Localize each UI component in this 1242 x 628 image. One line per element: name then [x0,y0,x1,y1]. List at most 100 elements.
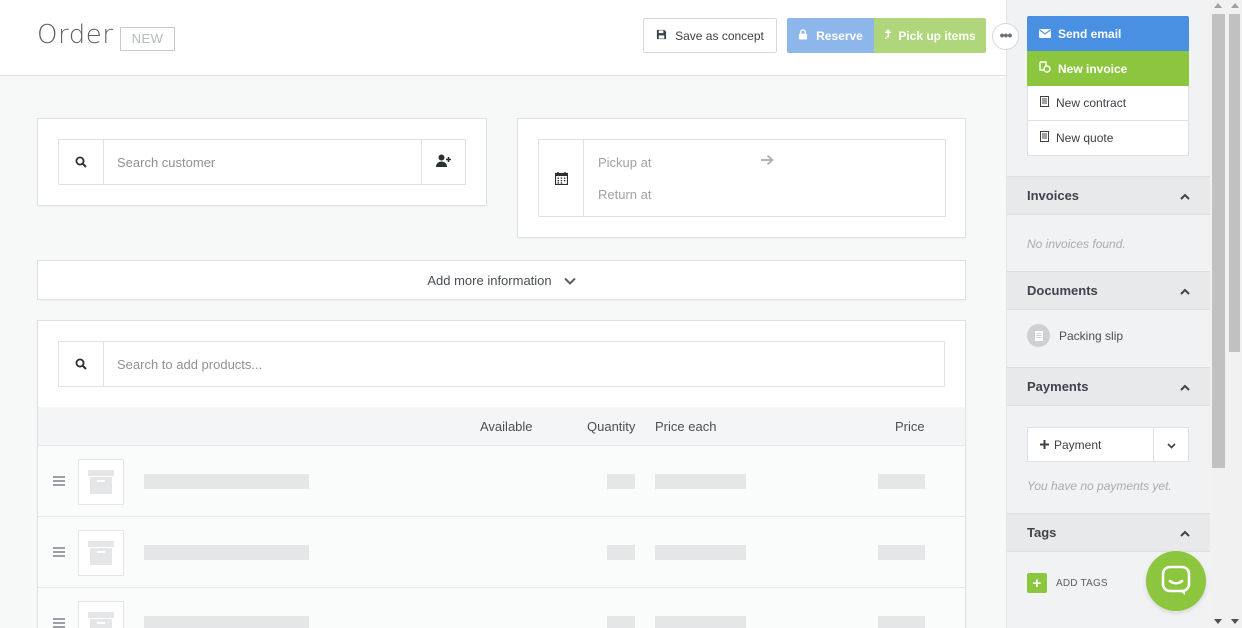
add-payment-button[interactable]: Payment [1028,428,1153,461]
payments-section-header[interactable]: Payments [1007,367,1210,406]
scroll-up-arrow-icon[interactable] [1214,3,1222,8]
save-as-concept-button[interactable]: Save as concept [643,18,777,53]
page-scrollbar[interactable] [1227,0,1242,628]
drag-handle-icon[interactable] [53,476,65,488]
sidebar-scrollbar[interactable] [1210,0,1227,628]
new-contract-button[interactable]: New contract [1027,86,1189,121]
box-icon [88,612,114,628]
search-icon [59,342,104,386]
scroll-down-arrow-icon[interactable] [1214,619,1222,624]
table-row [38,517,965,588]
arrow-up-icon [884,28,892,43]
add-tags-label: ADD TAGS [1056,577,1108,589]
customer-card [37,118,487,206]
loading-placeholder [655,474,746,489]
invoices-empty-message: No invoices found. [1027,237,1126,251]
document-label: Packing slip [1059,328,1124,343]
product-search-input[interactable] [104,342,944,386]
product-image-placeholder [78,530,124,576]
new-contract-label: New contract [1056,96,1127,110]
pick-up-items-label: Pick up items [898,28,976,43]
scroll-down-arrow-icon[interactable] [1231,619,1239,624]
add-payment-label: Payment [1054,437,1102,452]
customer-search-field [58,139,466,185]
invoices-title: Invoices [1027,188,1080,203]
loading-placeholder [878,474,925,489]
document-actions: Send email New invoice New contract New … [1027,16,1189,156]
add-more-information-toggle[interactable]: Add more information [37,260,966,300]
document-icon [1040,131,1049,145]
chevron-up-icon [1180,188,1190,203]
add-customer-button[interactable] [421,140,465,184]
add-tags-button[interactable]: + ADD TAGS [1027,573,1108,593]
chat-launcher-button[interactable] [1146,551,1206,611]
products-table-header: Available Quantity Price each Price [38,407,965,446]
lock-icon [798,28,808,43]
chevron-up-icon [1180,525,1190,540]
rental-period-field[interactable]: Pickup at Return at [538,139,946,217]
new-invoice-label: New invoice [1058,61,1128,76]
page-title: Order [37,20,114,50]
column-price-each: Price each [655,419,717,434]
pick-up-items-button[interactable]: Pick up items [874,18,986,53]
loading-placeholder [655,616,746,628]
add-payment-control: Payment [1027,427,1189,462]
reserve-label: Reserve [816,28,863,43]
payment-options-dropdown[interactable] [1153,428,1188,461]
chat-icon [1161,565,1191,598]
status-badge: NEW [120,27,175,51]
plus-icon: + [1027,573,1047,593]
loading-placeholder [607,616,635,628]
pickup-at-field[interactable]: Pickup at [598,155,651,170]
scrollbar-thumb[interactable] [1229,14,1240,352]
invoice-icon [1039,61,1051,76]
document-packing-slip[interactable]: Packing slip [1027,324,1123,347]
column-quantity: Quantity [587,419,636,434]
order-sidebar: Send email New invoice New contract New … [1006,0,1210,628]
order-header: Order NEW Save as concept Reserve Pick u… [0,0,1006,76]
payments-title: Payments [1027,379,1089,394]
table-row [38,588,965,628]
loading-placeholder [878,545,925,560]
scrollbar-thumb[interactable] [1212,14,1225,468]
add-user-icon [435,154,452,170]
new-invoice-button[interactable]: New invoice [1027,51,1189,86]
send-email-button[interactable]: Send email [1027,16,1189,51]
envelope-icon [1039,27,1051,41]
payments-empty-message: You have no payments yet. [1027,479,1172,493]
search-icon [59,140,104,184]
invoices-section-header[interactable]: Invoices [1007,176,1210,215]
table-row [38,446,965,517]
tags-section-header[interactable]: Tags [1007,513,1210,552]
send-email-label: Send email [1058,26,1122,41]
chevron-up-icon [1180,283,1190,298]
loading-placeholder [144,616,309,628]
loading-placeholder [144,545,309,560]
documents-title: Documents [1027,283,1098,298]
scroll-up-arrow-icon[interactable] [1231,3,1239,8]
rental-period-card: Pickup at Return at [517,118,966,238]
product-search-field [58,341,945,387]
chevron-down-icon [1166,437,1176,452]
reserve-button[interactable]: Reserve [787,18,874,53]
return-at-field[interactable]: Return at [598,187,651,202]
document-icon [1040,96,1049,110]
loading-placeholder [144,474,309,489]
box-icon [88,541,114,565]
drag-handle-icon[interactable] [53,547,65,559]
new-quote-button[interactable]: New quote [1027,121,1189,156]
more-options-button[interactable]: ••• [992,23,1019,50]
loading-placeholder [655,545,746,560]
floppy-icon [656,29,667,43]
plus-icon [1040,438,1049,452]
column-available: Available [480,419,533,434]
drag-handle-icon[interactable] [53,618,65,628]
loading-placeholder [607,474,635,489]
chevron-down-icon [563,273,576,288]
save-as-concept-label: Save as concept [675,28,764,43]
documents-section-header[interactable]: Documents [1007,271,1210,310]
loading-placeholder [607,545,635,560]
new-quote-label: New quote [1056,131,1114,145]
customer-search-input[interactable] [104,140,421,184]
chevron-up-icon [1180,379,1190,394]
